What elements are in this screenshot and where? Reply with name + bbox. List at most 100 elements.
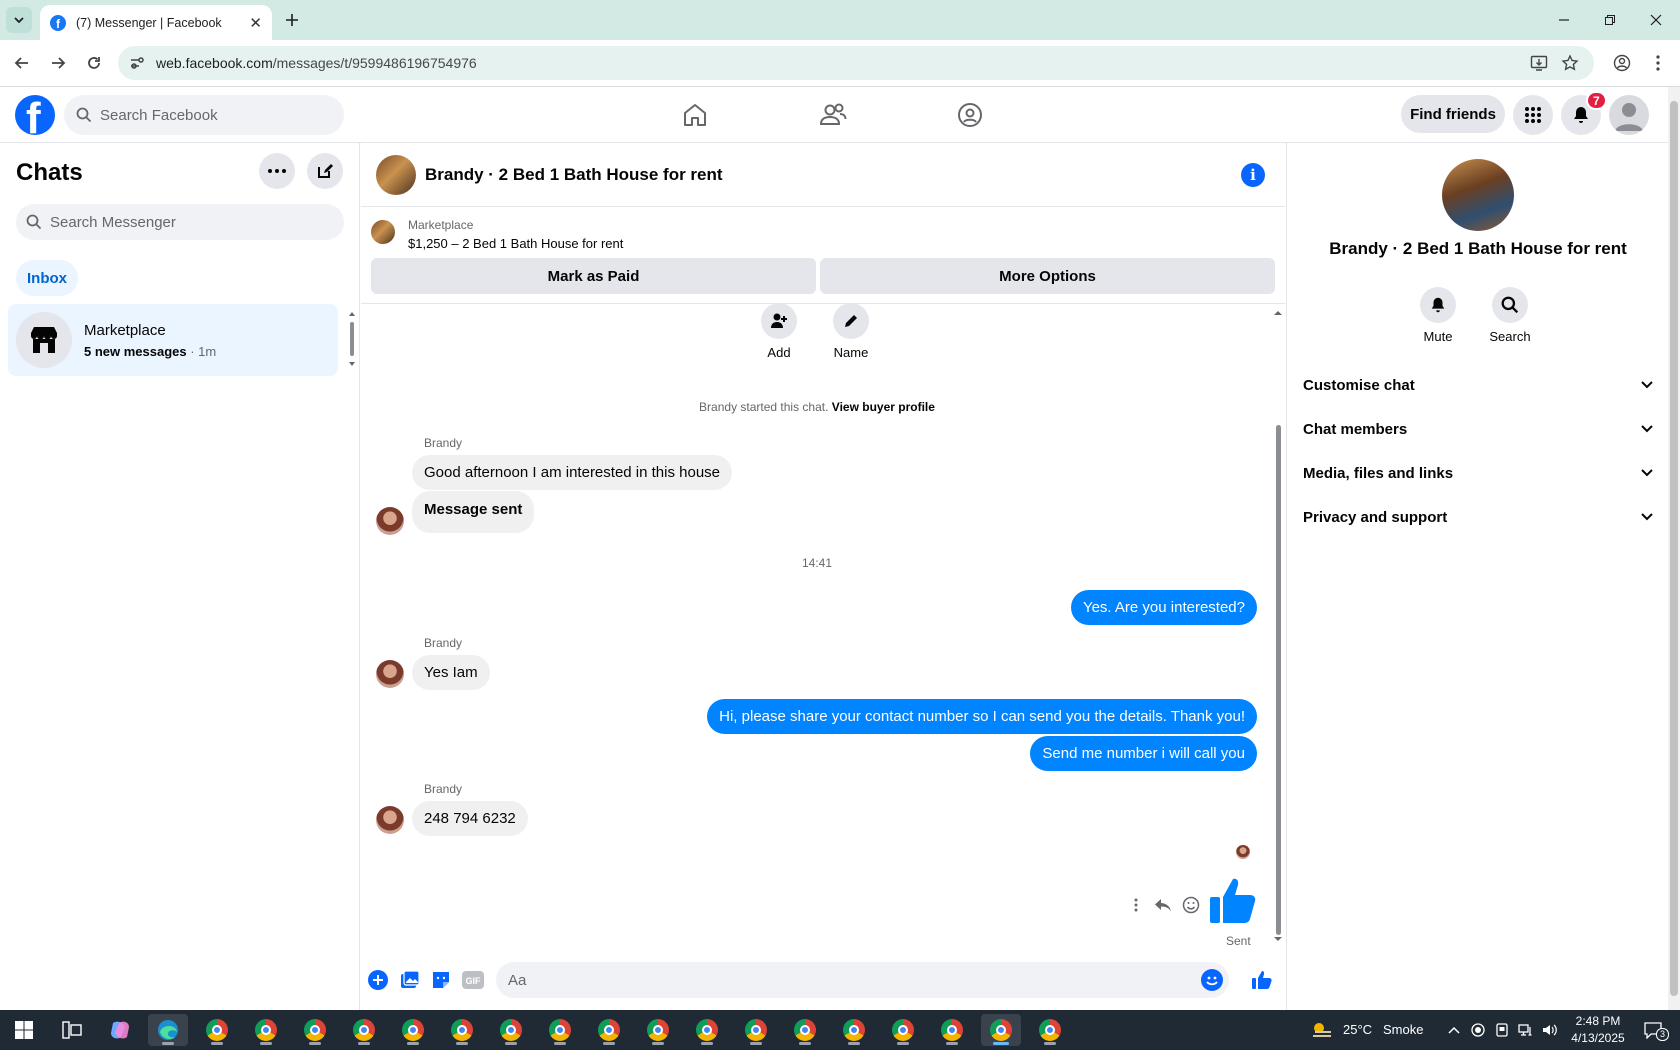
info-icon[interactable]: i bbox=[1241, 163, 1265, 187]
clock-date[interactable]: 4/13/2025 bbox=[1568, 1031, 1628, 1045]
minimize-button[interactable] bbox=[1552, 8, 1576, 32]
chat-list-item-marketplace[interactable]: Marketplace 5 new messages · 1m bbox=[8, 304, 338, 376]
weather-desc[interactable]: Smoke bbox=[1383, 1022, 1423, 1037]
sidebar-scrollbar[interactable] bbox=[346, 306, 358, 376]
search-in-conversation-action[interactable]: Search bbox=[1480, 287, 1540, 344]
listing-photo[interactable] bbox=[1442, 159, 1514, 231]
chrome-window-button[interactable] bbox=[687, 1014, 727, 1046]
browser-menu-button[interactable] bbox=[1646, 51, 1670, 75]
chrome-window-button[interactable] bbox=[638, 1014, 678, 1046]
listing-price[interactable]: $1,250 – 2 Bed 1 Bath House for rent bbox=[408, 236, 623, 251]
chat-members-section[interactable]: Chat members bbox=[1303, 407, 1653, 451]
mute-action[interactable]: Mute bbox=[1408, 287, 1468, 344]
chat-options-button[interactable] bbox=[259, 153, 295, 189]
volume-icon[interactable] bbox=[1540, 1014, 1560, 1046]
weather-widget-icon[interactable] bbox=[1302, 1014, 1342, 1046]
outgoing-message[interactable]: Yes. Are you interested? bbox=[1070, 590, 1257, 625]
chrome-window-button[interactable] bbox=[442, 1014, 482, 1046]
facebook-logo[interactable]: f bbox=[15, 95, 55, 135]
nav-friends[interactable] bbox=[778, 87, 888, 143]
start-button[interactable] bbox=[4, 1014, 44, 1046]
chrome-window-button[interactable] bbox=[834, 1014, 874, 1046]
chrome-window-button[interactable] bbox=[393, 1014, 433, 1046]
message-input[interactable]: Aa bbox=[496, 962, 1229, 998]
add-people-action[interactable]: Add bbox=[749, 303, 809, 360]
chrome-window-button-active[interactable] bbox=[981, 1014, 1021, 1046]
site-info-icon[interactable] bbox=[127, 53, 147, 73]
chrome-window-button[interactable] bbox=[197, 1014, 237, 1046]
chrome-window-button[interactable] bbox=[246, 1014, 286, 1046]
view-buyer-profile-link[interactable]: View buyer profile bbox=[832, 400, 935, 414]
attach-photo-icon[interactable] bbox=[399, 969, 421, 991]
mark-as-paid-button[interactable]: Mark as Paid bbox=[371, 258, 816, 294]
task-view-button[interactable] bbox=[52, 1014, 92, 1046]
clock-time[interactable]: 2:48 PM bbox=[1568, 1014, 1628, 1028]
customise-chat-section[interactable]: Customise chat bbox=[1303, 363, 1653, 407]
forward-button[interactable] bbox=[46, 51, 70, 75]
chrome-window-button[interactable] bbox=[295, 1014, 335, 1046]
more-actions-plus-icon[interactable] bbox=[367, 969, 389, 991]
new-tab-button[interactable] bbox=[280, 8, 304, 32]
brandy-avatar[interactable] bbox=[376, 806, 404, 834]
nav-home[interactable] bbox=[640, 87, 750, 143]
account-avatar[interactable] bbox=[1609, 95, 1649, 135]
chrome-window-button[interactable] bbox=[736, 1014, 776, 1046]
thread-scrollbar[interactable] bbox=[1271, 305, 1285, 950]
outgoing-message[interactable]: Hi, please share your contact number so … bbox=[707, 699, 1257, 734]
device-tray-icon[interactable] bbox=[1492, 1014, 1512, 1046]
react-button[interactable] bbox=[1181, 895, 1201, 915]
reload-button[interactable] bbox=[82, 51, 106, 75]
name-chat-action[interactable]: Name bbox=[821, 303, 881, 360]
more-options-button[interactable]: More Options bbox=[820, 258, 1275, 294]
menu-button[interactable] bbox=[1513, 95, 1553, 135]
chrome-window-button[interactable] bbox=[883, 1014, 923, 1046]
tab-search-button[interactable] bbox=[6, 7, 32, 33]
show-hidden-icons-button[interactable] bbox=[1444, 1014, 1464, 1046]
nav-groups[interactable] bbox=[915, 87, 1025, 143]
edge-button[interactable] bbox=[148, 1014, 188, 1046]
find-friends-button[interactable]: Find friends bbox=[1401, 95, 1505, 133]
browser-tab-active[interactable]: f (7) Messenger | Facebook ✕ bbox=[40, 5, 272, 40]
sticker-icon[interactable] bbox=[430, 969, 452, 991]
sent-like-thumb-icon[interactable] bbox=[1208, 875, 1262, 929]
back-button[interactable] bbox=[10, 51, 34, 75]
brandy-avatar[interactable] bbox=[376, 660, 404, 688]
chrome-window-button[interactable] bbox=[540, 1014, 580, 1046]
chrome-window-button[interactable] bbox=[932, 1014, 972, 1046]
inbox-filter-tab[interactable]: Inbox bbox=[16, 260, 78, 296]
media-files-links-section[interactable]: Media, files and links bbox=[1303, 451, 1653, 495]
brandy-avatar[interactable] bbox=[376, 507, 404, 535]
address-bar[interactable]: web.facebook.com/messages/t/959948619675… bbox=[118, 46, 1594, 80]
close-window-button[interactable] bbox=[1644, 8, 1668, 32]
send-like-icon[interactable] bbox=[1251, 969, 1273, 991]
incoming-message[interactable]: 248 794 6232 bbox=[412, 801, 528, 836]
network-icon[interactable] bbox=[1516, 1014, 1536, 1046]
emoji-icon[interactable] bbox=[1201, 969, 1223, 991]
facebook-search-input[interactable]: Search Facebook bbox=[64, 95, 344, 135]
bookmark-star-icon[interactable] bbox=[1560, 53, 1580, 73]
copilot-button[interactable] bbox=[100, 1014, 140, 1046]
weather-temp[interactable]: 25°C bbox=[1343, 1022, 1372, 1037]
messenger-search-input[interactable]: Search Messenger bbox=[16, 204, 344, 240]
close-tab-icon[interactable]: ✕ bbox=[249, 14, 262, 32]
gif-icon[interactable]: GIF bbox=[462, 969, 484, 991]
chrome-window-button[interactable] bbox=[589, 1014, 629, 1046]
reply-button[interactable] bbox=[1153, 895, 1173, 915]
chrome-window-button[interactable] bbox=[785, 1014, 825, 1046]
chrome-window-button[interactable] bbox=[491, 1014, 531, 1046]
new-message-button[interactable] bbox=[307, 153, 343, 189]
chrome-window-button[interactable] bbox=[1030, 1014, 1070, 1046]
page-scrollbar-thumb[interactable] bbox=[1670, 101, 1678, 996]
listing-avatar[interactable] bbox=[376, 155, 416, 195]
restore-button[interactable] bbox=[1598, 8, 1622, 32]
message-more-button[interactable] bbox=[1126, 895, 1146, 915]
page-scrollbar[interactable] bbox=[1668, 87, 1680, 1010]
profile-button[interactable] bbox=[1610, 51, 1634, 75]
conversation-title[interactable]: Brandy · 2 Bed 1 Bath House for rent bbox=[425, 165, 723, 185]
privacy-support-section[interactable]: Privacy and support bbox=[1303, 495, 1653, 539]
outgoing-message[interactable]: Send me number i will call you bbox=[1030, 736, 1257, 771]
install-app-icon[interactable] bbox=[1529, 53, 1549, 73]
incoming-message[interactable]: Message sent bbox=[412, 491, 535, 533]
incoming-message[interactable]: Yes Iam bbox=[412, 655, 490, 690]
incoming-message[interactable]: Good afternoon I am interested in this h… bbox=[412, 455, 733, 490]
